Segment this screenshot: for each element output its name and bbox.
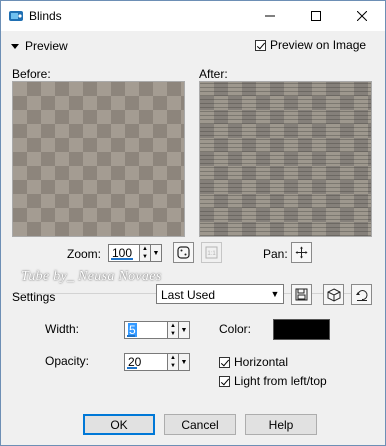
before-label: Before: xyxy=(12,67,51,81)
svg-text:1:1: 1:1 xyxy=(207,251,216,257)
zoom-input[interactable]: 100 xyxy=(108,244,140,262)
zoom-dropdown-arrow[interactable]: ▼ xyxy=(151,244,162,262)
width-label: Width: xyxy=(45,322,80,336)
opacity-input[interactable]: 20 xyxy=(124,353,168,371)
chevron-down-icon: ▼ xyxy=(180,358,188,366)
up-arrow-icon[interactable]: ▲ xyxy=(168,322,178,330)
color-label: Color: xyxy=(219,322,252,336)
actual-size-button[interactable]: 1:1 xyxy=(201,242,222,263)
after-label: After: xyxy=(199,67,228,81)
pan-button[interactable] xyxy=(291,242,312,263)
cancel-button-label: Cancel xyxy=(181,417,219,432)
maximize-button[interactable] xyxy=(293,1,339,31)
down-arrow-icon[interactable]: ▼ xyxy=(168,362,178,370)
ok-button-label: OK xyxy=(110,417,128,432)
pan-label: Pan: xyxy=(263,247,288,261)
width-input[interactable]: 5 xyxy=(124,321,168,339)
randomize-dice-icon xyxy=(327,287,340,302)
randomize-button[interactable] xyxy=(323,284,344,305)
light-from-left-top-checkbox[interactable]: Light from left/top xyxy=(219,374,327,388)
help-button-label: Help xyxy=(268,417,294,432)
up-arrow-icon[interactable]: ▲ xyxy=(168,354,178,362)
up-arrow-icon[interactable]: ▲ xyxy=(140,245,150,253)
color-swatch[interactable] xyxy=(273,319,330,340)
horizontal-checkbox[interactable]: Horizontal xyxy=(219,355,288,369)
opacity-dropdown-arrow[interactable]: ▼ xyxy=(179,353,190,371)
maximize-icon xyxy=(311,11,321,21)
window-title: Blinds xyxy=(29,9,62,23)
after-preview[interactable] xyxy=(199,81,372,237)
minimize-button[interactable] xyxy=(247,1,293,31)
zoom-label: Zoom: xyxy=(67,247,102,261)
zoom-fit-button[interactable] xyxy=(173,242,194,263)
collapse-triangle-icon xyxy=(11,43,19,49)
checkbox-checked-icon xyxy=(255,39,266,51)
down-arrow-icon[interactable]: ▼ xyxy=(168,330,178,338)
zoom-fit-icon xyxy=(177,246,190,259)
width-spin-arrows[interactable]: ▲ ▼ xyxy=(168,321,179,339)
opacity-stepper[interactable]: 20 ▲ ▼ ▼ xyxy=(124,353,190,371)
help-button[interactable]: Help xyxy=(245,414,317,435)
ok-button[interactable]: OK xyxy=(83,414,155,435)
reset-button[interactable] xyxy=(351,284,372,305)
close-icon xyxy=(357,11,367,21)
width-stepper[interactable]: 5 ▲ ▼ ▼ xyxy=(124,321,190,339)
blinds-dialog: Blinds Preview Preview on Image Before: … xyxy=(0,0,386,446)
cancel-button[interactable]: Cancel xyxy=(164,414,236,435)
zoom-spin-arrows[interactable]: ▲ ▼ xyxy=(140,244,151,262)
save-preset-icon xyxy=(295,288,308,301)
blinds-app-icon xyxy=(9,11,23,21)
pan-move-icon xyxy=(295,246,308,259)
checkbox-checked-icon xyxy=(219,356,230,368)
preview-on-image-label: Preview on Image xyxy=(270,38,367,52)
preset-value: Last Used xyxy=(161,288,216,302)
chevron-down-icon: ▼ xyxy=(152,249,160,257)
actual-size-icon: 1:1 xyxy=(205,246,218,259)
checkbox-checked-icon xyxy=(219,375,230,387)
preview-on-image-checkbox[interactable]: Preview on Image xyxy=(255,38,366,52)
before-preview[interactable] xyxy=(12,81,185,237)
chevron-down-icon: ▼ xyxy=(180,326,188,334)
close-button[interactable] xyxy=(339,1,385,31)
reset-default-icon xyxy=(355,289,367,301)
watermark-text: Tube by_ Neusa Novaes xyxy=(21,269,162,284)
preview-collapse-toggle[interactable]: Preview xyxy=(11,39,68,53)
preset-select[interactable]: Last Used ▼ xyxy=(156,284,284,304)
chevron-down-icon: ▼ xyxy=(270,289,280,299)
minimize-icon xyxy=(265,15,275,17)
title-bar: Blinds xyxy=(1,1,385,31)
width-dropdown-arrow[interactable]: ▼ xyxy=(179,321,190,339)
save-preset-button[interactable] xyxy=(291,284,312,305)
settings-label: Settings xyxy=(12,290,56,304)
preview-label: Preview xyxy=(25,39,68,53)
opacity-label: Opacity: xyxy=(45,354,90,368)
down-arrow-icon[interactable]: ▼ xyxy=(140,253,150,261)
horizontal-label: Horizontal xyxy=(234,355,289,369)
opacity-spin-arrows[interactable]: ▲ ▼ xyxy=(168,353,179,371)
zoom-stepper[interactable]: 100 ▲ ▼ ▼ xyxy=(108,244,162,262)
light-from-left-top-label: Light from left/top xyxy=(234,374,327,388)
